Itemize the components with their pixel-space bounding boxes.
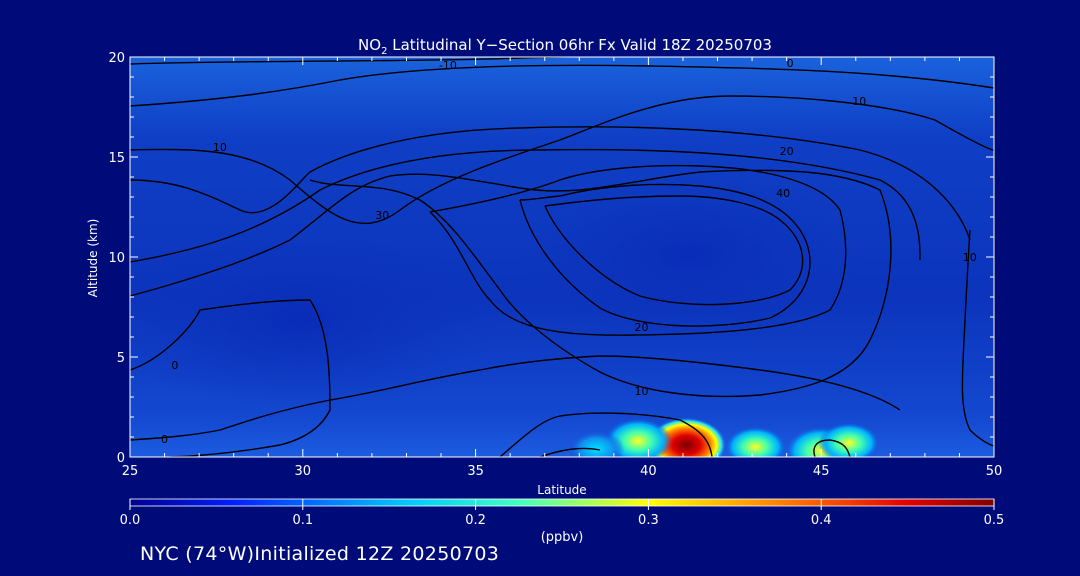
no2-hotspot bbox=[724, 426, 787, 457]
contour-label: 10 bbox=[213, 141, 227, 154]
no2-cross-section-chart: NO2 Latitudinal Y−Section 06hr Fx Valid … bbox=[86, 36, 1005, 545]
colorbar-tick-label: 0.0 bbox=[120, 513, 141, 528]
x-tick-label: 50 bbox=[986, 464, 1003, 479]
footer-text: NYC (74°W)Initialized 12Z 20250703 bbox=[140, 543, 500, 565]
contour-label: 10 bbox=[634, 385, 648, 398]
contour-label: 20 bbox=[634, 321, 648, 334]
contour-label: 0 bbox=[171, 359, 178, 372]
colorbar-unit-label: (ppbv) bbox=[541, 530, 584, 545]
x-tick-label: 45 bbox=[813, 464, 830, 479]
x-tick-label: 35 bbox=[467, 464, 484, 479]
y-tick-label: 10 bbox=[108, 251, 125, 266]
contour-label: 0 bbox=[161, 433, 168, 446]
colorbar bbox=[129, 498, 995, 507]
colorbar-tick-label: 0.1 bbox=[292, 513, 313, 528]
colorbar-tick-label: 0.3 bbox=[638, 513, 659, 528]
x-tick-label: 30 bbox=[295, 464, 312, 479]
contour-label: 40 bbox=[776, 187, 790, 200]
contour-label: 10 bbox=[963, 251, 977, 264]
y-tick-label: 20 bbox=[108, 51, 125, 66]
plot-area: -10 0 10 10 20 30 40 10 20 10 0 0 bbox=[130, 57, 994, 457]
y-tick-label: 15 bbox=[108, 151, 125, 166]
x-tick-label: 25 bbox=[122, 464, 139, 479]
y-tick-label: 0 bbox=[117, 451, 125, 466]
chart-title: NO2 Latitudinal Y−Section 06hr Fx Valid … bbox=[358, 36, 772, 57]
contour-label: 20 bbox=[780, 145, 794, 158]
colorbar-tick-label: 0.5 bbox=[984, 513, 1005, 528]
x-axis-label: Latitude bbox=[537, 483, 586, 497]
colorbar-tick-label: 0.4 bbox=[811, 513, 832, 528]
y-tick-label: 5 bbox=[117, 351, 125, 366]
x-tick-label: 40 bbox=[640, 464, 657, 479]
contour-label: -10 bbox=[439, 59, 457, 72]
lower-left-region bbox=[130, 230, 500, 410]
contour-label: 10 bbox=[852, 95, 866, 108]
y-axis-label: Altitude (km) bbox=[86, 219, 100, 298]
colorbar-tick-label: 0.2 bbox=[465, 513, 486, 528]
contour-label: 0 bbox=[787, 57, 794, 70]
contour-label: 30 bbox=[375, 209, 389, 222]
